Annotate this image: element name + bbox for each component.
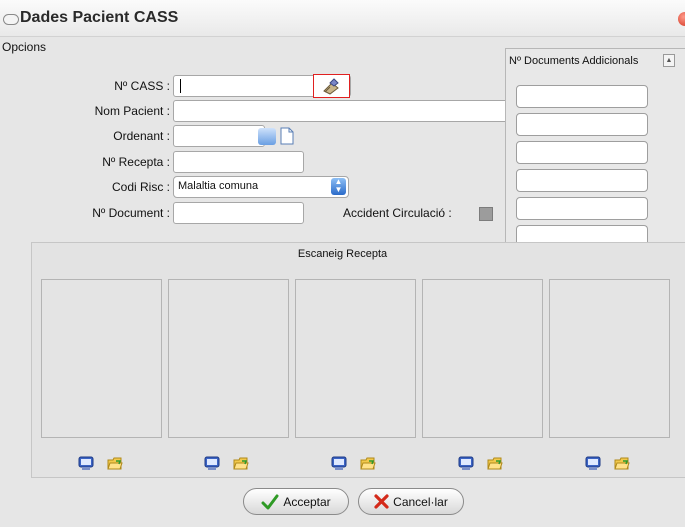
- document-label: Nº Document :: [92, 206, 170, 220]
- additional-doc-field[interactable]: [516, 197, 648, 220]
- additional-doc-field[interactable]: [516, 85, 648, 108]
- folder-open-icon[interactable]: [360, 456, 376, 471]
- accept-button-label: Acceptar: [283, 494, 331, 509]
- additional-doc-field[interactable]: [516, 113, 648, 136]
- tab-options[interactable]: Opcions: [2, 40, 46, 54]
- cancel-button[interactable]: Cancel·lar: [358, 488, 464, 515]
- folder-open-icon[interactable]: [107, 456, 123, 471]
- accident-label: Accident Circulació :: [343, 206, 452, 220]
- checkmark-icon: [261, 494, 279, 509]
- folder-open-icon[interactable]: [614, 456, 630, 471]
- window-pill-icon[interactable]: [3, 14, 19, 25]
- scanner-icon[interactable]: [204, 456, 220, 471]
- scan-slot[interactable]: [549, 279, 670, 438]
- scanner-icon[interactable]: [585, 456, 601, 471]
- new-document-icon[interactable]: [280, 127, 294, 145]
- cancel-button-label: Cancel·lar: [393, 494, 448, 509]
- folder-open-icon[interactable]: [487, 456, 503, 471]
- risc-label: Codi Risc :: [111, 180, 170, 194]
- cross-icon: [374, 494, 389, 509]
- nom-pacient-input[interactable]: [173, 100, 513, 122]
- recepta-label: Nº Recepta :: [102, 155, 170, 169]
- additional-doc-field[interactable]: [516, 141, 648, 164]
- scan-slot[interactable]: [422, 279, 543, 438]
- folder-open-icon[interactable]: [233, 456, 249, 471]
- document-input[interactable]: [173, 202, 304, 224]
- recepta-input[interactable]: [173, 151, 304, 173]
- ordenant-lookup-button[interactable]: [258, 128, 276, 145]
- ordenant-label: Ordenant :: [113, 129, 170, 143]
- scan-slot[interactable]: [168, 279, 289, 438]
- text-caret: [180, 79, 181, 93]
- ordenant-input[interactable]: [173, 125, 265, 147]
- scanner-icon[interactable]: [458, 456, 474, 471]
- scan-title: Escaneig Recepta: [297, 248, 388, 260]
- accept-button[interactable]: Acceptar: [243, 488, 349, 515]
- scan-slot[interactable]: [41, 279, 162, 438]
- card-reader-icon: [323, 78, 339, 95]
- scan-slot[interactable]: [295, 279, 416, 438]
- additional-docs-title: Nº Documents Addicionals: [509, 55, 639, 67]
- select-arrows-icon[interactable]: ▲ ▼: [331, 178, 346, 195]
- cass-label: Nº CASS :: [114, 79, 170, 93]
- nom-label: Nom Pacient :: [94, 104, 170, 118]
- scanner-icon[interactable]: [331, 456, 347, 471]
- additional-doc-field[interactable]: [516, 225, 648, 242]
- accident-checkbox[interactable]: [479, 207, 493, 221]
- scanner-icon[interactable]: [78, 456, 94, 471]
- codi-risc-value: Malaltia comuna: [178, 180, 259, 192]
- additional-doc-field[interactable]: [516, 169, 648, 192]
- scroll-up-icon[interactable]: ▲: [663, 54, 675, 67]
- window-title: Dades Pacient CASS: [20, 9, 179, 26]
- close-icon[interactable]: [678, 12, 685, 26]
